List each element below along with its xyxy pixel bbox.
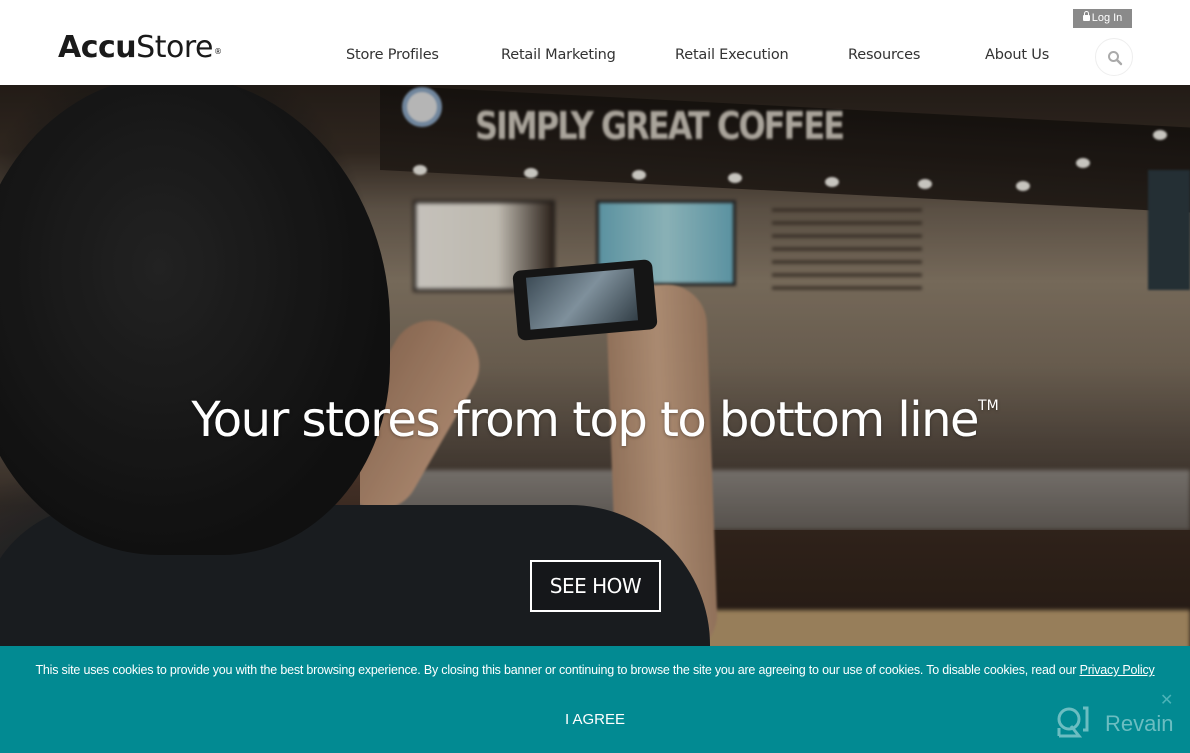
registered-mark: ® (213, 47, 222, 56)
i-agree-button[interactable]: I AGREE (565, 711, 625, 728)
logo-bold-text: Accu (58, 30, 137, 65)
nav-retail-execution[interactable]: Retail Execution (675, 47, 789, 63)
hero-title-text: Your stores from top to bottom line (191, 392, 979, 448)
agree-row: I AGREE (0, 711, 1190, 728)
revain-label: Revain (1105, 711, 1174, 736)
logo-light-text: Store (136, 30, 213, 65)
cookie-message: This site uses cookies to provide you wi… (30, 661, 1160, 680)
close-icon[interactable]: ✕ (1160, 690, 1173, 710)
privacy-policy-link[interactable]: Privacy Policy (1080, 663, 1155, 677)
nav-about-us[interactable]: About Us (985, 47, 1049, 63)
cookie-message-text: This site uses cookies to provide you wi… (35, 663, 1077, 677)
nav-store-profiles[interactable]: Store Profiles (346, 47, 439, 63)
site-header: AccuStore® Store Profiles Retail Marketi… (0, 0, 1190, 85)
accustore-logo[interactable]: AccuStore® (58, 30, 222, 66)
cookie-banner: This site uses cookies to provide you wi… (0, 646, 1190, 753)
search-icon (1108, 51, 1123, 66)
hero-banner: SIMPLY GREAT COFFEE Your stores from top… (0, 85, 1190, 646)
revain-logo-icon (1057, 706, 1089, 738)
login-label: Log In (1091, 12, 1123, 24)
trademark-mark: TM (978, 398, 999, 414)
nav-retail-marketing[interactable]: Retail Marketing (501, 47, 616, 63)
login-button[interactable]: Log In (1073, 9, 1132, 28)
hero-title: Your stores from top to bottom lineTM (0, 392, 1190, 448)
search-button[interactable] (1095, 38, 1133, 76)
nav-resources[interactable]: Resources (848, 47, 920, 63)
lock-icon (1082, 11, 1090, 21)
see-how-button[interactable]: SEE HOW (530, 560, 661, 612)
